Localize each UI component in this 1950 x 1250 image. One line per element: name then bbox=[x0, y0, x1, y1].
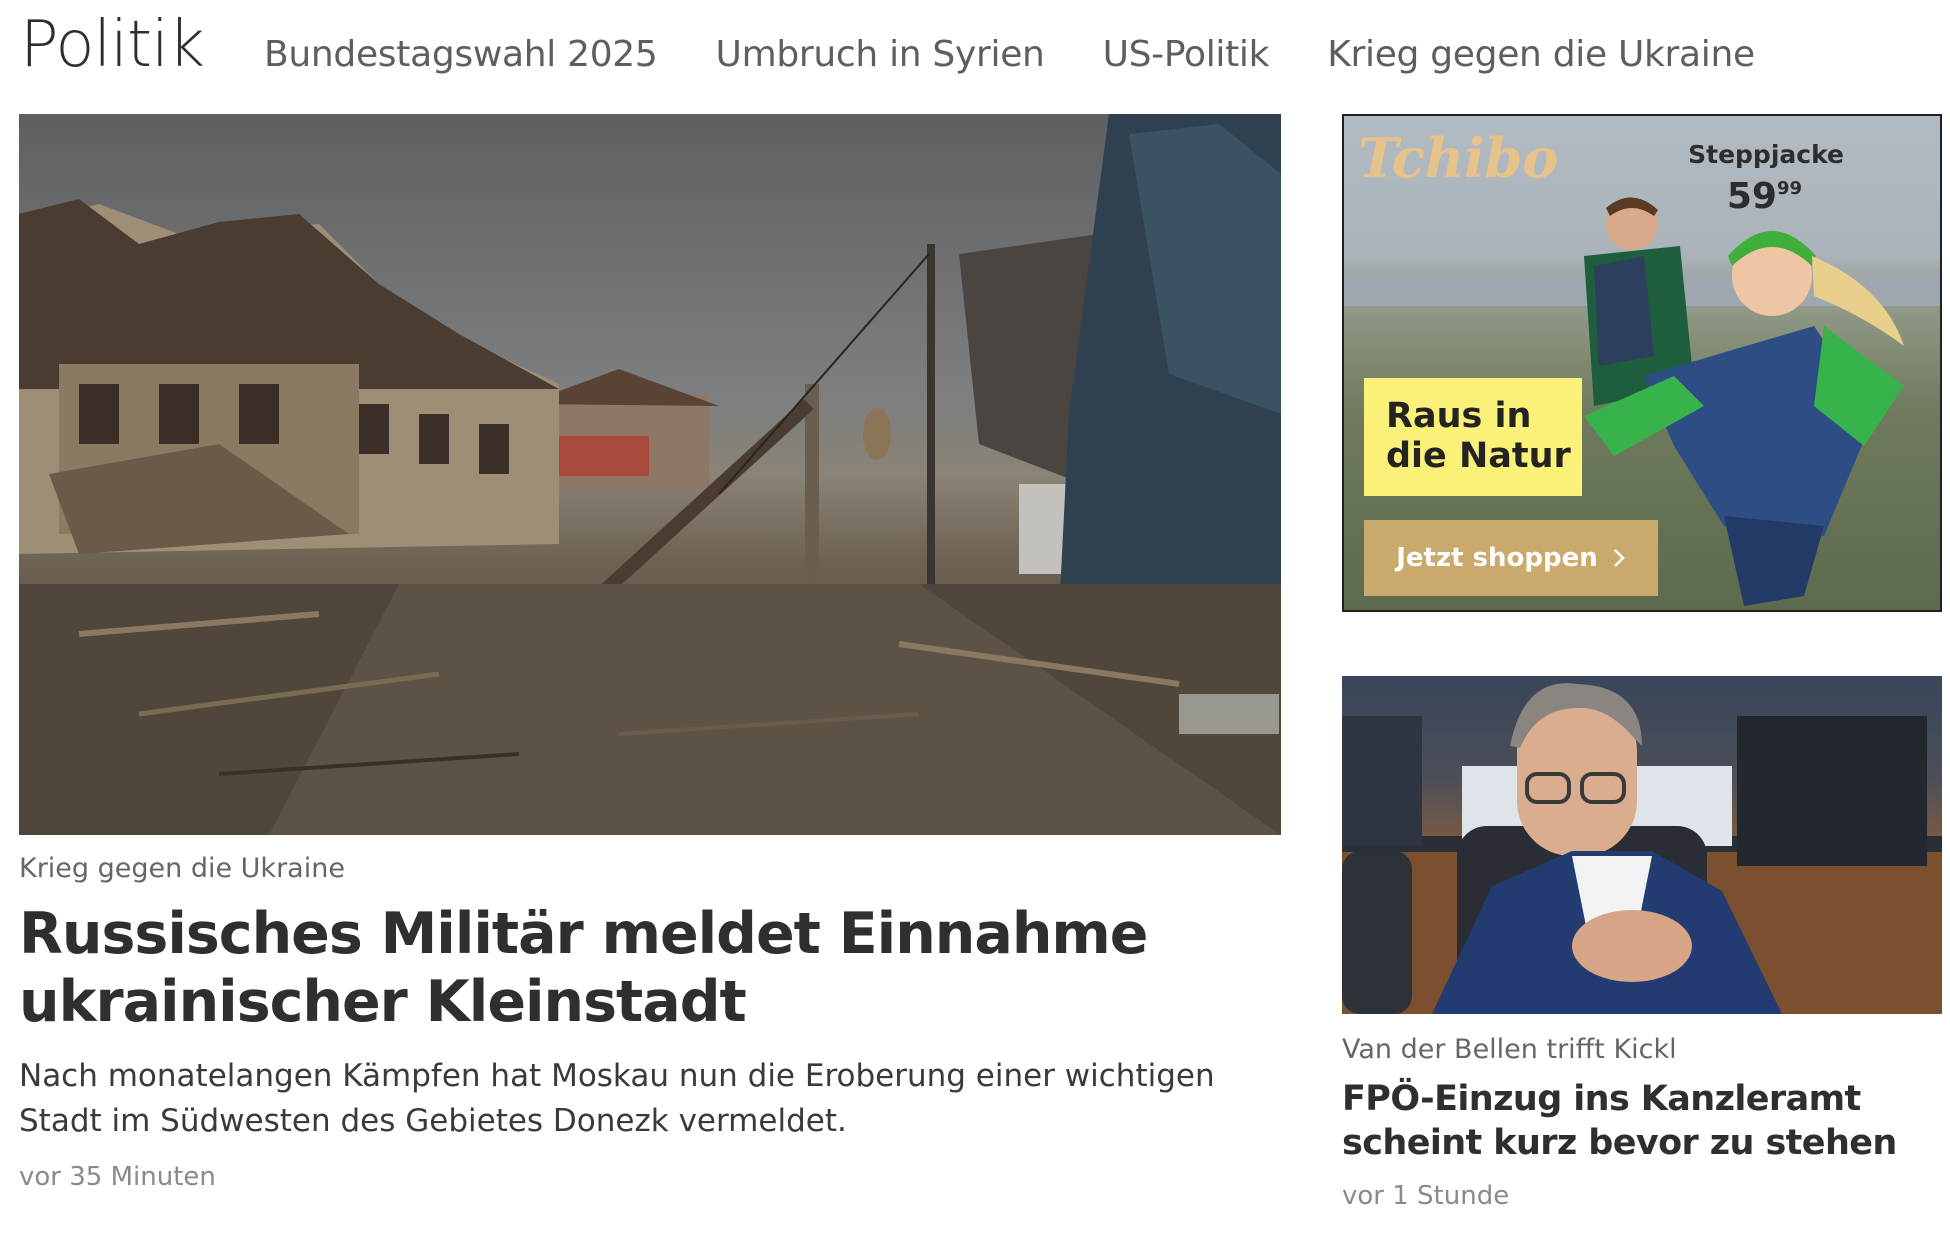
article-kicker[interactable]: Krieg gegen die Ukraine bbox=[19, 853, 1281, 884]
nav-link-us-politik[interactable]: US-Politik bbox=[1103, 34, 1270, 75]
ad-price-cents: 99 bbox=[1776, 178, 1802, 199]
article-timestamp: vor 35 Minuten bbox=[19, 1162, 216, 1192]
nav-link-syrien[interactable]: Umbruch in Syrien bbox=[716, 34, 1045, 75]
ad-tagline: Raus in die Natur bbox=[1364, 378, 1582, 496]
ad-product-name: Steppjacke bbox=[1688, 140, 1844, 169]
side-article-kicker[interactable]: Van der Bellen trifft Kickl bbox=[1342, 1034, 1942, 1065]
tchibo-ad-banner[interactable]: Tchibo Steppjacke 5999 Raus in die Natur… bbox=[1342, 114, 1942, 612]
nav-link-ukraine[interactable]: Krieg gegen die Ukraine bbox=[1327, 34, 1755, 75]
ad-tagline-line1: Raus in bbox=[1386, 396, 1532, 436]
article-teaser[interactable]: Nach monatelangen Kämpfen hat Moskau nun… bbox=[19, 1054, 1281, 1144]
ad-shop-button[interactable]: Jetzt shoppen bbox=[1364, 520, 1658, 596]
main-article[interactable]: Krieg gegen die Ukraine Russisches Milit… bbox=[19, 114, 1281, 1192]
side-article-timestamp: vor 1 Stunde bbox=[1342, 1181, 1510, 1211]
main-article-photo[interactable] bbox=[19, 114, 1281, 835]
section-title[interactable]: Politik bbox=[20, 13, 205, 77]
page-header: Politik Bundestagswahl 2025 Umbruch in S… bbox=[20, 0, 1755, 90]
article-headline[interactable]: Russisches Militär meldet Einnahme ukrai… bbox=[19, 900, 1281, 1036]
ad-tagline-line2: die Natur bbox=[1386, 436, 1571, 476]
side-article[interactable]: Van der Bellen trifft Kickl FPÖ-Einzug i… bbox=[1342, 676, 1942, 1211]
chevron-right-icon bbox=[1613, 549, 1625, 567]
side-article-headline[interactable]: FPÖ-Einzug ins Kanzleramt scheint kurz b… bbox=[1342, 1077, 1942, 1165]
topic-nav: Bundestagswahl 2025 Umbruch in Syrien US… bbox=[264, 34, 1755, 75]
nav-link-bundestagswahl[interactable]: Bundestagswahl 2025 bbox=[264, 34, 658, 75]
ad-price: 5999 bbox=[1727, 176, 1802, 217]
tchibo-logo: Tchibo bbox=[1358, 126, 1559, 190]
ad-shop-button-label: Jetzt shoppen bbox=[1396, 543, 1598, 573]
ad-price-main: 59 bbox=[1726, 176, 1777, 217]
side-article-photo[interactable] bbox=[1342, 676, 1942, 1014]
